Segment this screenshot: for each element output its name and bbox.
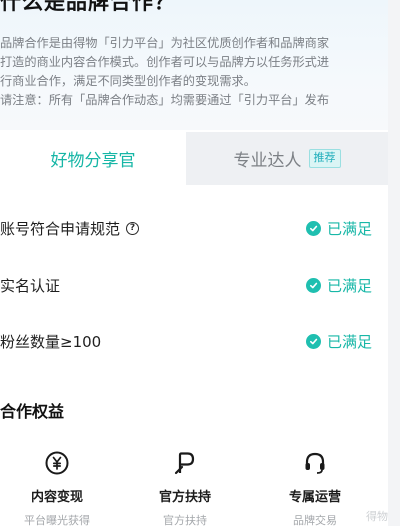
benefit-title: 内容变现: [30, 490, 83, 505]
requirement-status: 已满足: [305, 270, 372, 300]
benefit-official-support[interactable]: 官方扶持 官方扶持: [130, 446, 240, 528]
status-text: 已满足: [326, 276, 372, 295]
tab-professional-creator[interactable]: 专业达人 推荐: [186, 132, 388, 185]
benefit-content-monetization[interactable]: 内容变现 平台曝光获得: [2, 446, 112, 528]
intro-line: 行商业合作，满足不同类型创作者的变现需求。: [0, 74, 256, 88]
requirement-status: 已满足: [305, 326, 372, 356]
creator-type-tabs: 好物分享官 专业达人 推荐: [0, 132, 388, 185]
intro-section: 什么是品牌合作？ 品牌合作是由得物「引力平台」为社区优质创作者和品牌商家 打造的…: [0, 0, 400, 130]
requirement-row-account-rules: 账号符合申请规范 ? 已满足: [0, 213, 388, 243]
tab-label: 好物分享官: [50, 151, 136, 171]
requirement-row-real-name: 实名认证 已满足: [0, 270, 388, 300]
brand-cooperation-page: 什么是品牌合作？ 品牌合作是由得物「引力平台」为社区优质创作者和品牌商家 打造的…: [0, 0, 400, 528]
requirement-status: 已满足: [305, 213, 372, 243]
benefits-title: 合作权益: [0, 402, 65, 421]
requirement-label: 实名认证: [0, 276, 61, 295]
recommended-badge: 推荐: [308, 149, 341, 168]
status-text: 已满足: [326, 332, 372, 351]
intro-line: 打造的商业内容合作模式。创作者可以与品牌方以任务形式进: [0, 55, 330, 69]
scroll-edge: [388, 0, 400, 526]
benefit-title: 专属运营: [288, 490, 341, 505]
tab-good-product-sharer[interactable]: 好物分享官: [0, 132, 186, 185]
status-text: 已满足: [326, 219, 372, 238]
requirement-label: 账号符合申请规范: [0, 219, 121, 238]
check-circle-icon: [305, 220, 321, 236]
requirement-row-followers: 粉丝数量≥100 已满足: [0, 326, 388, 356]
check-circle-icon: [305, 277, 321, 293]
tab-label: 专业达人: [233, 151, 302, 171]
yen-circle-icon: [2, 446, 112, 480]
check-circle-icon: [305, 333, 321, 349]
page-title: 什么是品牌合作？: [0, 0, 176, 14]
help-question-icon[interactable]: ?: [126, 221, 140, 235]
benefit-title: 官方扶持: [158, 490, 211, 505]
headset-icon: [260, 446, 370, 480]
benefit-dedicated-operation[interactable]: 专属运营 品牌交易: [260, 446, 370, 528]
p-flag-icon: [130, 446, 240, 480]
watermark: 得物: [366, 510, 388, 523]
intro-description: 品牌合作是由得物「引力平台」为社区优质创作者和品牌商家 打造的商业内容合作模式。…: [0, 34, 380, 110]
intro-notice-line: 请注意：所有「品牌合作动态」均需要通过「引力平台」发布: [0, 93, 330, 107]
requirement-label: 粉丝数量≥100: [0, 332, 102, 351]
intro-line: 品牌合作是由得物「引力平台」为社区优质创作者和品牌商家: [0, 36, 330, 50]
